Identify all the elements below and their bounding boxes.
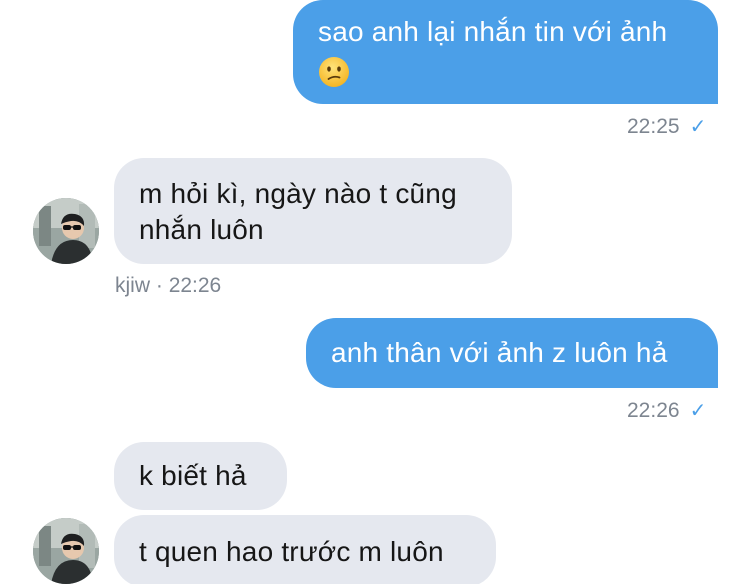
message-text: k biết hả [139, 460, 247, 491]
incoming-message-bubble[interactable]: t quen hao trước m luôn [114, 515, 496, 584]
timestamp: 22:26 [627, 399, 680, 422]
sender-name[interactable]: kjiw [115, 274, 150, 297]
profile-photo-icon [33, 518, 99, 584]
incoming-message-bubble[interactable]: m hỏi kì, ngày nào t cũng nhắn luôn [114, 158, 512, 264]
chat-thread: sao anh lại nhắn tin với ảnh 22:25 ✓ m h… [0, 0, 750, 584]
message-text-line: nhắn luôn [139, 214, 264, 245]
message-text: t quen hao trước m luôn [139, 536, 444, 567]
profile-photo-icon [33, 198, 99, 264]
timestamp: 22:25 [627, 115, 680, 138]
check-icon: ✓ [689, 400, 707, 422]
confused-face-icon [319, 56, 349, 87]
meta-separator: · [155, 274, 163, 297]
incoming-message-bubble[interactable]: k biết hả [114, 442, 287, 510]
message-text-line: m hỏi kì, ngày nào t cũng [139, 178, 457, 209]
avatar[interactable] [33, 198, 99, 264]
outgoing-message-bubble[interactable]: anh thân với ảnh z luôn hả [306, 318, 718, 388]
message-text: anh thân với ảnh z luôn hả [331, 337, 668, 368]
message-meta: 22:25 ✓ [627, 114, 706, 139]
check-icon: ✓ [689, 116, 707, 138]
message-meta: 22:26 ✓ [627, 398, 706, 423]
message-text: sao anh lại nhắn tin với ảnh [318, 16, 668, 47]
avatar[interactable] [33, 518, 99, 584]
timestamp: 22:26 [168, 274, 222, 297]
outgoing-message-bubble[interactable]: sao anh lại nhắn tin với ảnh [293, 0, 718, 104]
message-meta: kjiw · 22:26 [115, 274, 221, 298]
